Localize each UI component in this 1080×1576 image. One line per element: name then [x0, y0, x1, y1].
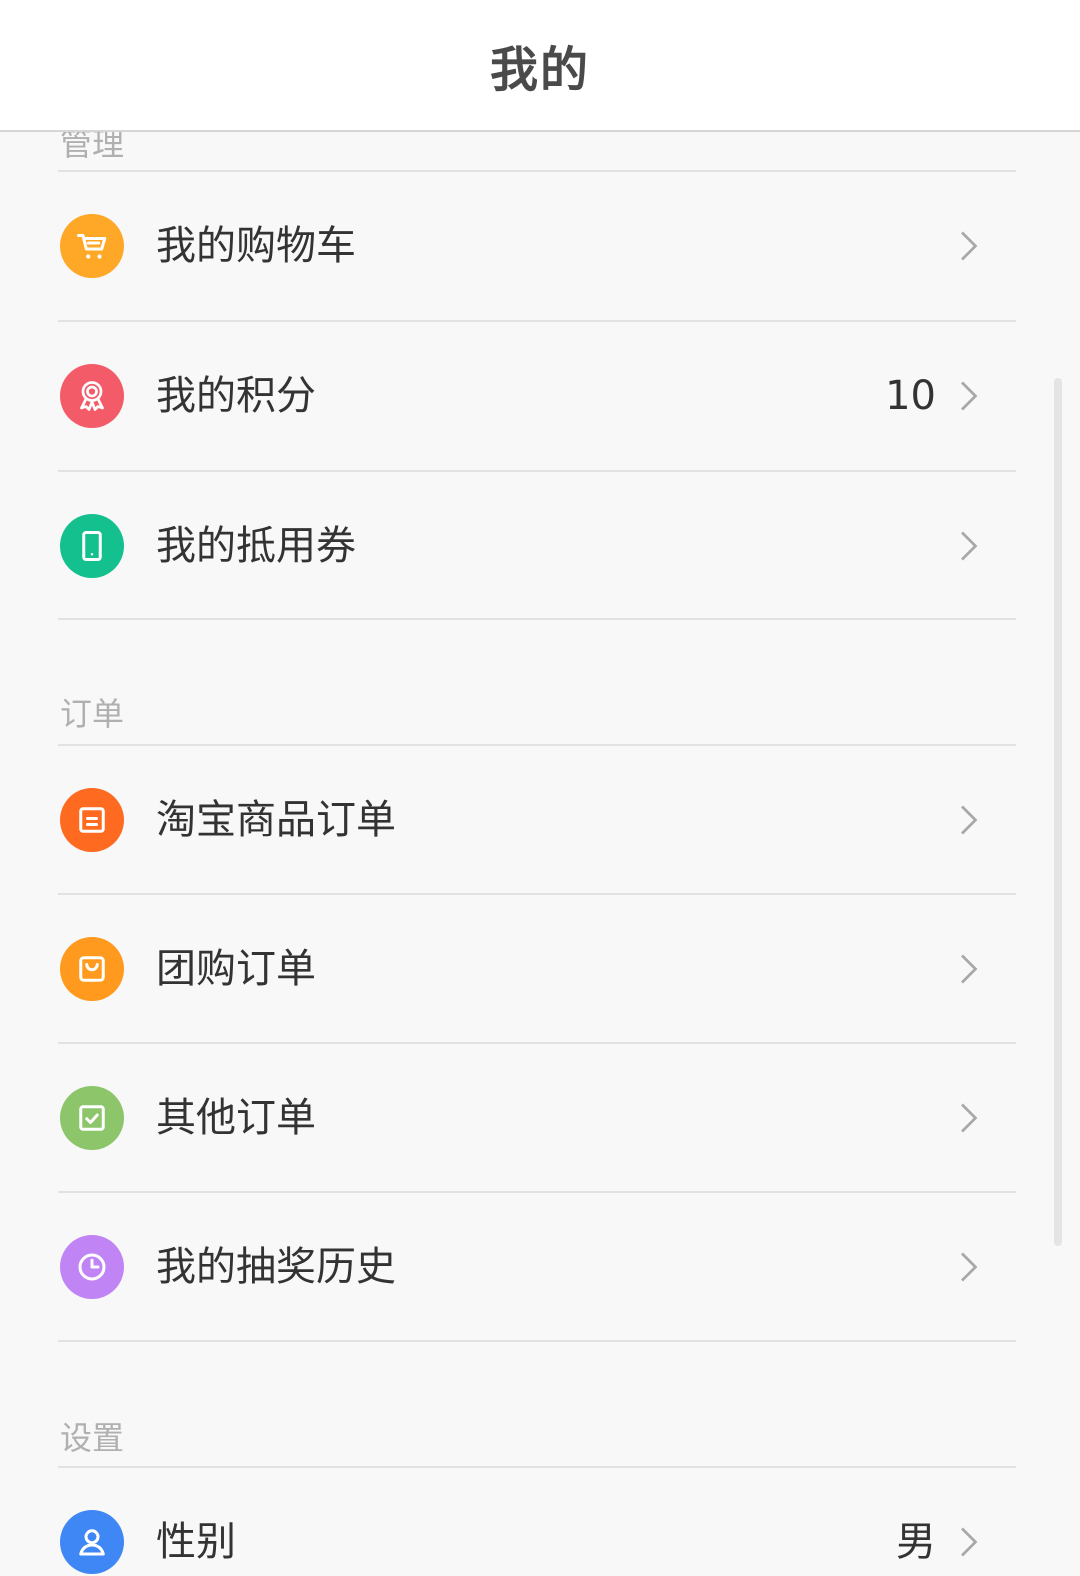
check-icon	[60, 1086, 124, 1150]
gender-value: 男	[896, 1519, 936, 1565]
settings-list[interactable]: 管理 我的购物车 我的积分 10 我的抵用券 订单 淘宝商品订单 团购订单 其他…	[0, 132, 1080, 1576]
row-gender[interactable]: 性别 男	[58, 1468, 1016, 1576]
receipt-icon	[60, 788, 124, 852]
row-label: 我的购物车	[156, 223, 356, 269]
page-title: 我的	[489, 42, 590, 98]
row-label: 性别	[156, 1519, 236, 1565]
divider	[58, 1340, 1016, 1342]
row-my-points[interactable]: 我的积分 10	[58, 322, 1016, 470]
row-my-cart[interactable]: 我的购物车	[58, 172, 1016, 320]
chevron-right-icon	[961, 531, 978, 561]
top-bar: 我的	[0, 0, 1080, 132]
section-label-settings: 设置	[60, 1419, 125, 1457]
cart-icon	[60, 214, 124, 278]
row-taobao-orders[interactable]: 淘宝商品订单	[58, 746, 1016, 894]
row-label: 团购订单	[156, 946, 316, 992]
chevron-right-icon	[961, 381, 978, 411]
bag-icon	[60, 937, 124, 1001]
chevron-right-icon	[961, 1103, 978, 1133]
row-other-orders[interactable]: 其他订单	[58, 1044, 1016, 1192]
row-label: 其他订单	[156, 1095, 316, 1141]
points-value: 10	[885, 373, 936, 419]
scrollbar[interactable]	[1054, 378, 1062, 1246]
chevron-right-icon	[961, 1527, 978, 1557]
row-lottery-history[interactable]: 我的抽奖历史	[58, 1193, 1016, 1341]
section-label-manage: 管理	[60, 132, 125, 163]
divider	[58, 618, 1016, 620]
row-label: 我的抵用券	[156, 523, 356, 569]
row-label: 我的抽奖历史	[156, 1244, 396, 1290]
award-icon	[60, 364, 124, 428]
section-label-orders: 订单	[60, 695, 125, 733]
user-icon	[60, 1510, 124, 1574]
clock-icon	[60, 1235, 124, 1299]
row-label: 我的积分	[156, 373, 316, 419]
chevron-right-icon	[961, 1252, 978, 1282]
row-label: 淘宝商品订单	[156, 797, 396, 843]
row-my-coupons[interactable]: 我的抵用券	[58, 472, 1016, 620]
phone-icon	[60, 514, 124, 578]
chevron-right-icon	[961, 954, 978, 984]
chevron-right-icon	[961, 231, 978, 261]
row-group-orders[interactable]: 团购订单	[58, 895, 1016, 1043]
chevron-right-icon	[961, 805, 978, 835]
